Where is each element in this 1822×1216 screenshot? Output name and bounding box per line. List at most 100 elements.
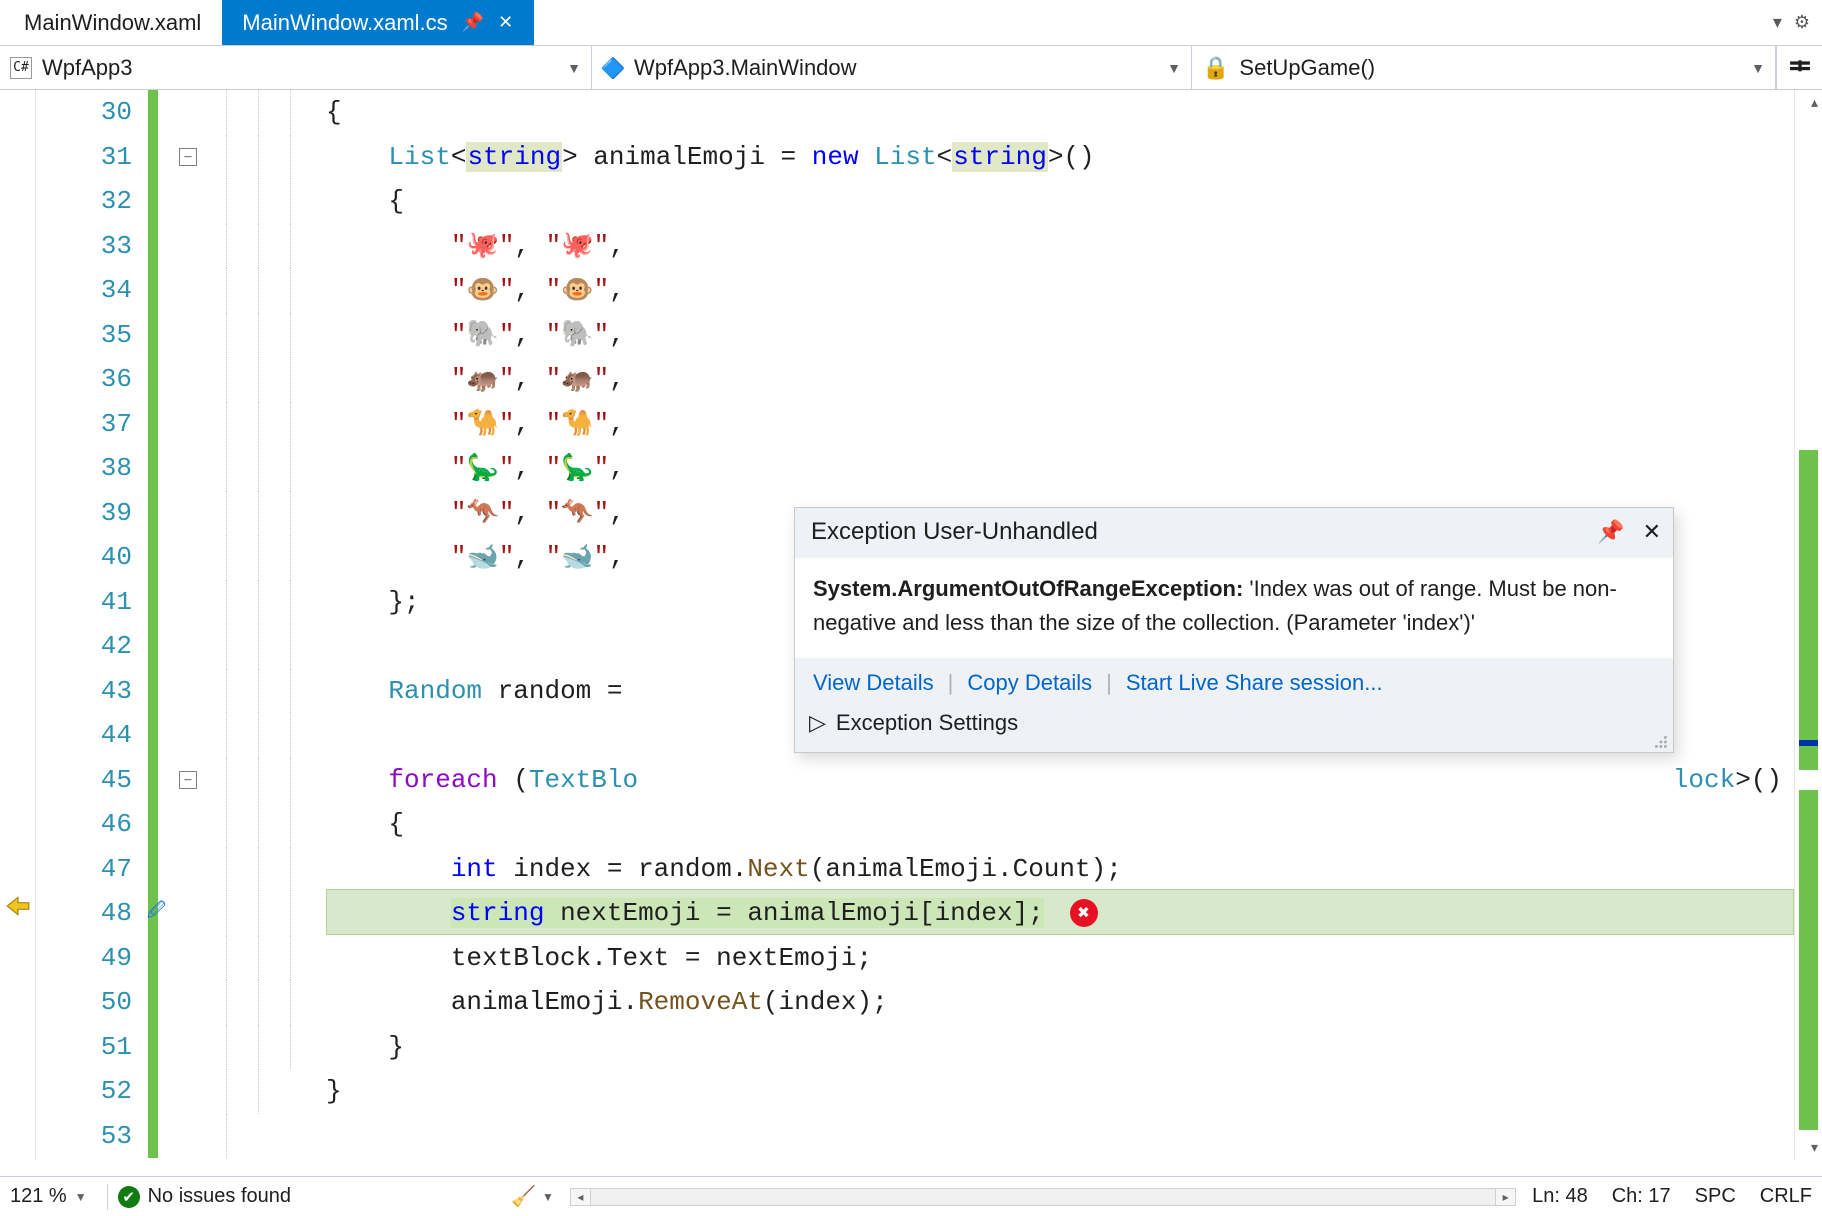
line-number: 47 <box>36 847 132 892</box>
status-right-group: Ln: 48 Ch: 17 SPC CRLF <box>1532 1185 1812 1208</box>
broom-icon: 🧹 <box>511 1184 536 1209</box>
split-editor-button[interactable] <box>1776 46 1822 89</box>
project-name: WpfApp3 <box>42 55 549 81</box>
separator <box>107 1184 108 1210</box>
code-line: "🦛", "🦛", <box>326 357 1794 402</box>
zoom-dropdown[interactable]: 121 % ▼ <box>10 1185 97 1208</box>
code-line: "🐪", "🐪", <box>326 402 1794 447</box>
line-number: 39 <box>36 491 132 536</box>
class-icon: 🔷 <box>602 57 624 79</box>
line-number: 40 <box>36 535 132 580</box>
line-number: 33 <box>36 224 132 269</box>
code-line: "🐵", "🐵", <box>326 268 1794 313</box>
resize-grip-icon[interactable] <box>1651 732 1669 750</box>
tab-mainwindow-xaml[interactable]: MainWindow.xaml <box>4 0 222 45</box>
class-dropdown[interactable]: 🔷 WpfApp3.MainWindow ▼ <box>592 46 1192 89</box>
zoom-value: 121 % <box>10 1185 67 1208</box>
line-number: 32 <box>36 179 132 224</box>
quick-actions-icon[interactable]: 🖉 <box>147 898 166 928</box>
code-line: textBlock.Text = nextEmoji; <box>326 936 1794 981</box>
line-number: 31 <box>36 135 132 180</box>
code-line: { <box>326 802 1794 847</box>
line-number: 45 <box>36 758 132 803</box>
chevron-down-icon: ▼ <box>1167 60 1181 76</box>
csharp-icon: C# <box>10 57 32 79</box>
class-name: WpfApp3.MainWindow <box>634 55 1149 81</box>
fold-toggle[interactable]: − <box>179 148 197 166</box>
code-line: } <box>326 1025 1794 1070</box>
tab-row-overflow: ▾ ⚙ <box>1773 0 1822 45</box>
line-number: 44 <box>36 713 132 758</box>
line-number: 48 🖉 <box>36 891 132 936</box>
change-overview-mark <box>1799 790 1818 1130</box>
fold-toggle[interactable]: − <box>179 771 197 789</box>
scroll-down-icon[interactable]: ▾ <box>1811 1139 1818 1156</box>
code-line: } <box>326 1114 1794 1159</box>
line-number: 42 <box>36 624 132 669</box>
overview-ruler[interactable]: ▴ ▾ <box>1794 90 1822 1160</box>
copy-details-link[interactable]: Copy Details <box>967 670 1092 696</box>
member-dropdown[interactable]: 🔒 SetUpGame() ▼ <box>1192 46 1776 89</box>
exception-popup-body: System.ArgumentOutOfRangeException: 'Ind… <box>795 558 1673 658</box>
horizontal-scrollbar[interactable]: ◂ ▸ <box>570 1188 1516 1206</box>
code-line: "🐘", "🐘", <box>326 313 1794 358</box>
view-details-link[interactable]: View Details <box>813 670 934 696</box>
caret-line[interactable]: Ln: 48 <box>1532 1185 1588 1208</box>
chevron-down-icon: ▼ <box>75 1190 87 1204</box>
pin-icon[interactable]: 📌 <box>1597 519 1624 545</box>
tab-overflow-caret-icon[interactable]: ▾ <box>1773 12 1782 33</box>
editor-status-bar: 121 % ▼ ✔ No issues found 🧹▼ ◂ ▸ Ln: 48 … <box>0 1176 1822 1216</box>
change-overview-mark <box>1799 450 1818 770</box>
code-line: int index = random.Next(animalEmoji.Coun… <box>326 847 1794 892</box>
caret-overview-mark <box>1799 740 1818 746</box>
exception-type: System.ArgumentOutOfRangeException: <box>813 576 1243 601</box>
line-number: 50 <box>36 980 132 1025</box>
pin-icon[interactable]: 📌 <box>462 12 484 33</box>
error-icon[interactable]: ✖ <box>1070 899 1098 927</box>
start-live-share-link[interactable]: Start Live Share session... <box>1126 670 1383 696</box>
issues-label[interactable]: No issues found <box>148 1185 291 1208</box>
exception-popup-header: Exception User-Unhandled 📌 ✕ <box>795 508 1673 558</box>
tab-label: MainWindow.xaml.cs <box>242 10 447 36</box>
project-dropdown[interactable]: C# WpfApp3 ▼ <box>0 46 592 89</box>
code-cleanup-button[interactable]: 🧹▼ <box>511 1184 554 1209</box>
chevron-right-icon: ▷ <box>809 710 826 736</box>
line-number: 38 <box>36 446 132 491</box>
exception-settings-expander[interactable]: ▷ Exception Settings <box>795 702 1673 752</box>
tab-mainwindow-xaml-cs[interactable]: MainWindow.xaml.cs 📌 ✕ <box>222 0 534 45</box>
exception-helper-popup[interactable]: Exception User-Unhandled 📌 ✕ System.Argu… <box>794 507 1674 753</box>
caret-char[interactable]: Ch: 17 <box>1612 1185 1671 1208</box>
tab-settings-gear-icon[interactable]: ⚙ <box>1794 12 1810 33</box>
folding-gutter: − − <box>160 90 216 1160</box>
line-number: 37 <box>36 402 132 447</box>
code-line: animalEmoji.RemoveAt(index); <box>326 980 1794 1025</box>
line-number: 30 <box>36 90 132 135</box>
indent-mode[interactable]: SPC <box>1695 1185 1736 1208</box>
line-endings[interactable]: CRLF <box>1760 1185 1812 1208</box>
line-number: 43 <box>36 669 132 714</box>
line-number: 51 <box>36 1025 132 1070</box>
exception-settings-label: Exception Settings <box>836 710 1018 736</box>
code-line: List<string> animalEmoji = new List<stri… <box>326 135 1794 180</box>
current-statement-arrow-icon <box>4 892 32 920</box>
code-line: string nextEmoji = animalEmoji[index];✖ <box>326 891 1794 936</box>
scroll-right-icon[interactable]: ▸ <box>1495 1189 1515 1205</box>
scroll-left-icon[interactable]: ◂ <box>571 1189 591 1205</box>
close-icon[interactable]: ✕ <box>498 12 513 33</box>
document-tab-row: MainWindow.xaml MainWindow.xaml.cs 📌 ✕ ▾… <box>0 0 1822 46</box>
scroll-up-icon[interactable]: ▴ <box>1811 94 1818 111</box>
line-number: 52 <box>36 1069 132 1114</box>
chevron-down-icon: ▼ <box>567 60 581 76</box>
line-number: 49 <box>36 936 132 981</box>
line-number: 53 <box>36 1114 132 1159</box>
line-number: 35 <box>36 313 132 358</box>
glyph-margin[interactable] <box>0 90 36 1160</box>
chevron-down-icon: ▼ <box>542 1190 554 1204</box>
code-line: { <box>326 90 1794 135</box>
code-line: foreach (TextBlolock>() <box>326 758 1794 803</box>
line-number-gutter: 30 31 32 33 34 35 36 37 38 39 40 41 42 4… <box>36 90 146 1160</box>
chevron-down-icon: ▼ <box>1751 60 1765 76</box>
line-number: 46 <box>36 802 132 847</box>
close-icon[interactable]: ✕ <box>1643 519 1661 545</box>
member-name: SetUpGame() <box>1239 55 1733 81</box>
